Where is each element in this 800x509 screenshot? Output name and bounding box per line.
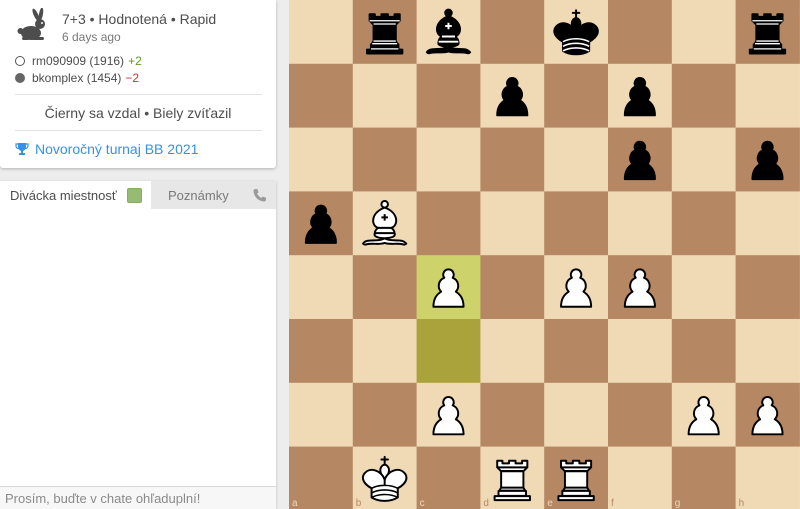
square-f5[interactable] [608, 191, 673, 256]
player-black-name[interactable]: bkomplex (1454) [32, 71, 121, 85]
square-c1[interactable] [416, 446, 481, 509]
square-c7[interactable] [416, 63, 481, 129]
file-label: a [292, 498, 298, 509]
chat-toggle-checkbox[interactable] [127, 188, 142, 203]
square-b2[interactable] [352, 382, 418, 448]
rank-label: 4 [791, 259, 797, 270]
player-white: rm090909 (1916) +2 [15, 54, 142, 68]
square-f3[interactable] [608, 319, 673, 384]
square-b6[interactable] [352, 127, 418, 192]
player-white-name[interactable]: rm090909 (1916) [32, 54, 124, 68]
square-g1[interactable] [671, 446, 737, 509]
square-g7[interactable] [671, 63, 737, 129]
square-d8[interactable] [480, 0, 545, 65]
chat-tabs: Divácka miestnosť Poznámky [0, 181, 276, 209]
square-f2[interactable] [608, 382, 673, 448]
tab-spectator-room-label: Divácka miestnosť [10, 187, 117, 203]
analysis-page: 7+3 • Hodnotená • Rapid 6 days ago rm090… [0, 0, 800, 509]
square-g4[interactable] [671, 255, 737, 320]
tab-notes[interactable]: Poznámky [151, 181, 251, 209]
divider [15, 130, 262, 131]
square-e6[interactable] [544, 127, 609, 192]
chess-board[interactable]: a b c d e f g h 8 7 6 5 4 3 2 1 [289, 0, 800, 509]
square-d6[interactable] [480, 127, 545, 192]
chess-board-svg[interactable]: a b c d e f g h 8 7 6 5 4 3 2 1 [289, 0, 800, 509]
rank-label: 5 [791, 195, 797, 206]
game-info-card: 7+3 • Hodnotená • Rapid 6 days ago rm090… [0, 0, 276, 168]
chat-input[interactable] [0, 486, 276, 509]
rank-label: 1 [791, 451, 797, 462]
square-e2[interactable] [544, 382, 609, 448]
rank-label: 6 [791, 132, 797, 143]
square-b7[interactable] [352, 63, 418, 129]
tournament-link[interactable]: Novoročný turnaj BB 2021 [15, 141, 198, 157]
square-a4[interactable] [289, 255, 354, 320]
square-d5[interactable] [480, 191, 545, 256]
game-status: Čierny sa vzdal • Biely zvíťazil [44, 105, 232, 121]
square-f1[interactable] [608, 446, 673, 509]
file-label: g [675, 498, 681, 509]
rank-label: 3 [791, 323, 797, 334]
file-label: e [547, 498, 553, 509]
square-c3[interactable] [416, 319, 481, 384]
square-c6[interactable] [416, 127, 481, 192]
square-a7[interactable] [289, 63, 354, 129]
rank-label: 2 [791, 387, 797, 398]
square-a6[interactable] [289, 127, 354, 192]
square-f8[interactable] [608, 0, 673, 65]
black-color-dot [15, 73, 25, 83]
square-a8[interactable] [289, 0, 354, 65]
square-e7[interactable] [544, 63, 609, 129]
game-date: 6 days ago [62, 30, 121, 44]
square-a2[interactable] [289, 382, 354, 448]
file-label: d [483, 498, 489, 509]
phone-icon[interactable] [252, 188, 267, 203]
player-white-rating-diff: +2 [128, 54, 142, 68]
rank-label: 8 [791, 4, 797, 15]
square-g3[interactable] [671, 319, 737, 384]
square-b4[interactable] [352, 255, 418, 320]
square-a3[interactable] [289, 319, 354, 384]
square-c5[interactable] [416, 191, 481, 256]
square-a1[interactable] [289, 446, 354, 509]
square-d4[interactable] [480, 255, 545, 320]
square-g5[interactable] [671, 191, 737, 256]
square-d2[interactable] [480, 382, 545, 448]
square-d3[interactable] [480, 319, 545, 384]
rank-label: 7 [791, 68, 797, 79]
trophy-icon [15, 143, 29, 155]
rabbit-icon [17, 8, 45, 40]
square-b3[interactable] [352, 319, 418, 384]
tab-notes-label: Poznámky [168, 187, 229, 203]
player-black-rating-diff: −2 [125, 71, 140, 85]
square-g6[interactable] [671, 127, 737, 192]
chat-panel: Divácka miestnosť Poznámky [0, 181, 276, 509]
file-label: c [420, 498, 425, 509]
divider [15, 94, 262, 95]
file-label: b [356, 498, 362, 509]
square-g8[interactable] [671, 0, 737, 65]
player-black: bkomplex (1454) −2 [15, 71, 139, 85]
square-e3[interactable] [544, 319, 609, 384]
file-label: h [739, 498, 745, 509]
tournament-name: Novoročný turnaj BB 2021 [35, 141, 199, 157]
game-setup: 7+3 • Hodnotená • Rapid [62, 11, 217, 27]
square-e5[interactable] [544, 191, 609, 256]
white-color-dot [15, 56, 25, 66]
file-label: f [611, 498, 614, 509]
